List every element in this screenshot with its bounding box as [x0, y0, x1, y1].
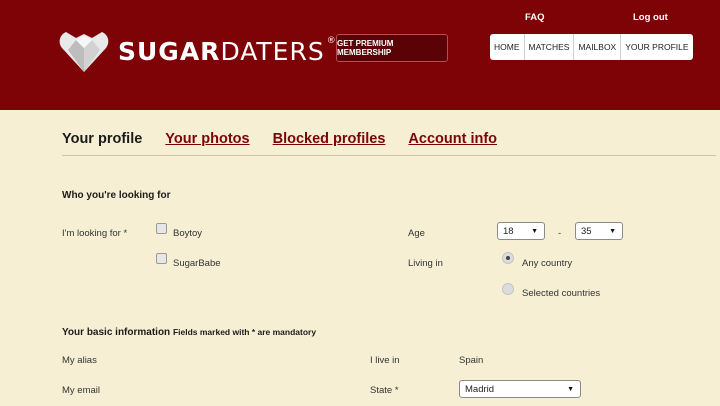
chevron-down-icon: ▼ — [531, 228, 538, 235]
nav-home[interactable]: HOME — [490, 34, 525, 60]
age-max-select[interactable]: 35 ▼ — [575, 222, 623, 240]
logout-link[interactable]: Log out — [633, 12, 668, 23]
living-in-label: Living in — [408, 258, 443, 269]
tabs-divider — [62, 155, 716, 156]
looking-for-label: I'm looking for * — [62, 228, 128, 239]
age-label: Age — [408, 228, 425, 239]
sugarbabe-label: SugarBabe — [173, 258, 221, 269]
heart-logo-icon — [59, 32, 109, 72]
selected-countries-label: Selected countries — [522, 288, 601, 299]
profile-tabs: Your profile Your photos Blocked profile… — [62, 131, 520, 147]
age-max-value: 35 — [581, 225, 592, 237]
chevron-down-icon: ▼ — [609, 228, 616, 235]
selected-countries-radio[interactable] — [502, 283, 514, 295]
chevron-down-icon: ▼ — [567, 386, 574, 393]
any-country-radio[interactable] — [502, 252, 514, 264]
state-select[interactable]: Madrid ▼ — [459, 380, 581, 398]
live-in-value: Spain — [459, 355, 484, 366]
mandatory-note: Fields marked with * are mandatory — [172, 327, 317, 337]
tab-account-info[interactable]: Account info — [408, 131, 497, 147]
age-min-value: 18 — [503, 225, 514, 237]
alias-label: My alias — [62, 355, 97, 366]
main-nav: HOME MATCHES MAILBOX YOUR PROFILE — [490, 34, 693, 60]
basic-info-title: Your basic information — [62, 327, 171, 338]
email-label: My email — [62, 385, 101, 396]
age-separator: - — [558, 228, 562, 239]
site-header: SUGARDATERS ® GET PREMIUM MEMBERSHIP FAQ … — [0, 0, 720, 110]
state-label: State * — [370, 385, 399, 396]
state-value: Madrid — [465, 383, 495, 395]
logo-wordmark: SUGARDATERS ® — [118, 35, 337, 66]
get-premium-button[interactable]: GET PREMIUM MEMBERSHIP — [336, 34, 448, 62]
boytoy-checkbox[interactable] — [156, 223, 167, 234]
boytoy-label: Boytoy — [173, 228, 203, 239]
sugardaters-logo[interactable]: SUGARDATERS ® — [58, 28, 337, 74]
looking-for-heading: Who you're looking for — [62, 190, 171, 201]
live-in-label: I live in — [370, 355, 400, 366]
faq-link[interactable]: FAQ — [525, 12, 545, 23]
any-country-label: Any country — [522, 258, 573, 269]
tab-blocked-profiles[interactable]: Blocked profiles — [273, 131, 386, 147]
tab-your-profile[interactable]: Your profile — [62, 131, 142, 147]
age-min-select[interactable]: 18 ▼ — [497, 222, 545, 240]
nav-your-profile[interactable]: YOUR PROFILE — [621, 34, 692, 60]
sugarbabe-checkbox[interactable] — [156, 253, 167, 264]
tab-your-photos[interactable]: Your photos — [165, 131, 249, 147]
nav-mailbox[interactable]: MAILBOX — [574, 34, 622, 60]
basic-info-heading: Your basic information Fields marked wit… — [62, 327, 316, 338]
nav-matches[interactable]: MATCHES — [525, 34, 575, 60]
